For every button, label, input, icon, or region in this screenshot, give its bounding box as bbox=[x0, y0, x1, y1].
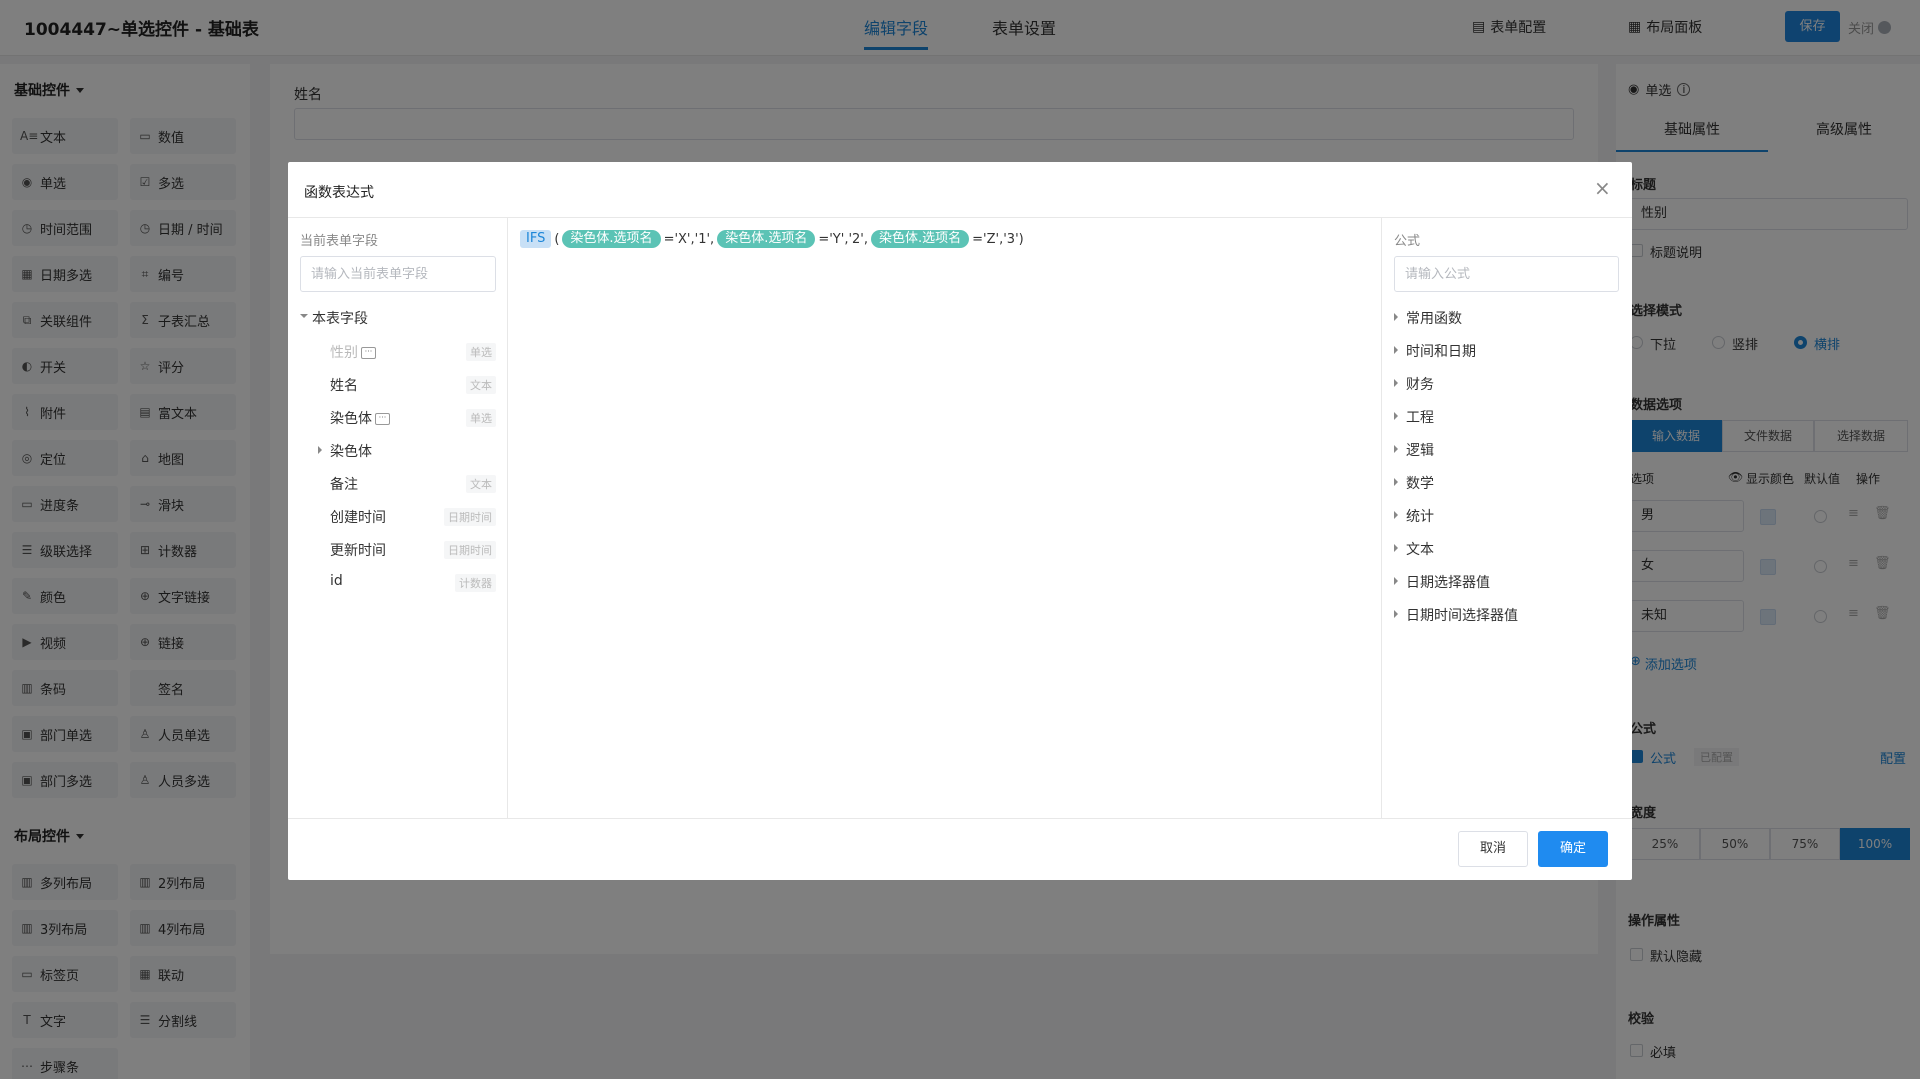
field-item-label: 染色体 ··· bbox=[330, 408, 390, 428]
field-name: 姓名 bbox=[330, 378, 358, 394]
caret-right-icon bbox=[1394, 544, 1398, 552]
caret-right-icon bbox=[1394, 313, 1398, 321]
formula-category-label: 统计 bbox=[1406, 509, 1434, 525]
formula-category-label: 日期选择器值 bbox=[1406, 575, 1490, 591]
fields-title: 当前表单字段 bbox=[300, 234, 379, 249]
caret-right-icon bbox=[318, 446, 322, 454]
caret-right-icon bbox=[1394, 478, 1398, 486]
formula-category-label: 时间和日期 bbox=[1406, 344, 1476, 360]
field-item[interactable]: 染色体 bbox=[288, 435, 508, 465]
field-group-this-table[interactable]: 本表字段 bbox=[288, 302, 508, 332]
field-token: 染色体.选项名 bbox=[717, 230, 816, 248]
formula-category-label: 数学 bbox=[1406, 476, 1434, 492]
field-item[interactable]: 性别 ··· 单选 bbox=[288, 336, 508, 366]
formula-search-input[interactable] bbox=[1394, 256, 1619, 292]
caret-right-icon bbox=[1394, 511, 1398, 519]
field-type-tag: 文本 bbox=[466, 475, 496, 493]
caret-right-icon bbox=[1394, 412, 1398, 420]
expression-part: ='X','1', bbox=[663, 231, 715, 247]
field-type-tag: 文本 bbox=[466, 376, 496, 394]
function-token: IFS bbox=[520, 230, 552, 248]
function-expression-dialog: 函数表达式 × 当前表单字段 本表字段 性别···单选姓名文本染色体···单选染… bbox=[288, 162, 1632, 880]
dialog-title: 函数表达式 bbox=[304, 185, 374, 201]
field-item-label: 性别 ··· bbox=[330, 342, 376, 362]
field-group-label: 本表字段 bbox=[312, 311, 368, 327]
field-type-tag: 单选 bbox=[466, 343, 496, 361]
field-item[interactable]: 创建时间 日期时间 bbox=[288, 501, 508, 531]
formula-category-label: 常用函数 bbox=[1406, 311, 1462, 327]
expression-part: ='Z','3') bbox=[972, 231, 1024, 247]
field-type-tag: 日期时间 bbox=[444, 508, 496, 526]
field-type-tag: 日期时间 bbox=[444, 541, 496, 559]
field-item[interactable]: 备注 文本 bbox=[288, 468, 508, 498]
field-item-label: 备注 bbox=[330, 474, 358, 494]
dialog-footer: 取消 确定 bbox=[288, 818, 1632, 880]
formula-category-label: 逻辑 bbox=[1406, 443, 1434, 459]
field-item-label: 创建时间 bbox=[330, 507, 386, 527]
formula-category-label: 文本 bbox=[1406, 542, 1434, 558]
formula-title: 公式 bbox=[1394, 234, 1421, 249]
field-item-label: 染色体 bbox=[330, 441, 372, 461]
caret-down-icon bbox=[300, 314, 308, 318]
formula-column: 公式 常用函数时间和日期财务工程逻辑数学统计文本日期选择器值日期时间选择器值 bbox=[1381, 218, 1632, 818]
field-type-tag: 计数器 bbox=[455, 574, 496, 592]
field-item-label: id bbox=[330, 573, 343, 589]
field-item[interactable]: 更新时间 日期时间 bbox=[288, 534, 508, 564]
field-search-input[interactable] bbox=[300, 256, 496, 292]
expression-editor[interactable]: IFS ( 染色体.选项名 ='X','1', 染色体.选项名 ='Y','2'… bbox=[508, 218, 1401, 818]
expression-content[interactable]: IFS ( 染色体.选项名 ='X','1', 染色体.选项名 ='Y','2'… bbox=[520, 230, 1024, 248]
field-item[interactable]: 姓名 文本 bbox=[288, 369, 508, 399]
formula-category-label: 日期时间选择器值 bbox=[1406, 608, 1518, 624]
field-item[interactable]: id 计数器 bbox=[288, 567, 508, 597]
caret-right-icon bbox=[1394, 379, 1398, 387]
field-name: 创建时间 bbox=[330, 510, 386, 526]
field-name: 更新时间 bbox=[330, 543, 386, 559]
formula-category-label: 财务 bbox=[1406, 377, 1434, 393]
field-name: 染色体 bbox=[330, 444, 372, 460]
fields-column: 当前表单字段 本表字段 性别···单选姓名文本染色体···单选染色体备注文本创建… bbox=[288, 218, 508, 818]
dialog-header: 函数表达式 × bbox=[288, 162, 1632, 218]
confirm-button[interactable]: 确定 bbox=[1538, 831, 1608, 867]
field-item[interactable]: 染色体 ··· 单选 bbox=[288, 402, 508, 432]
cancel-button[interactable]: 取消 bbox=[1458, 831, 1528, 867]
field-type-tag: 单选 bbox=[466, 409, 496, 427]
more-icon[interactable]: ··· bbox=[361, 347, 376, 359]
field-name: 染色体 bbox=[330, 411, 372, 427]
field-name: id bbox=[330, 573, 343, 589]
caret-right-icon bbox=[1394, 346, 1398, 354]
field-item-label: 姓名 bbox=[330, 375, 358, 395]
caret-right-icon bbox=[1394, 610, 1398, 618]
formula-category-label: 工程 bbox=[1406, 410, 1434, 426]
field-item-label: 更新时间 bbox=[330, 540, 386, 560]
field-token: 染色体.选项名 bbox=[871, 230, 970, 248]
close-icon[interactable]: × bbox=[1594, 176, 1611, 200]
expression-part: ='Y','2', bbox=[818, 231, 869, 247]
field-token: 染色体.选项名 bbox=[562, 230, 661, 248]
field-name: 性别 bbox=[330, 345, 358, 361]
field-name: 备注 bbox=[330, 477, 358, 493]
open-paren: ( bbox=[554, 231, 560, 247]
caret-right-icon bbox=[1394, 577, 1398, 585]
caret-right-icon bbox=[1394, 445, 1398, 453]
more-icon[interactable]: ··· bbox=[375, 413, 390, 425]
